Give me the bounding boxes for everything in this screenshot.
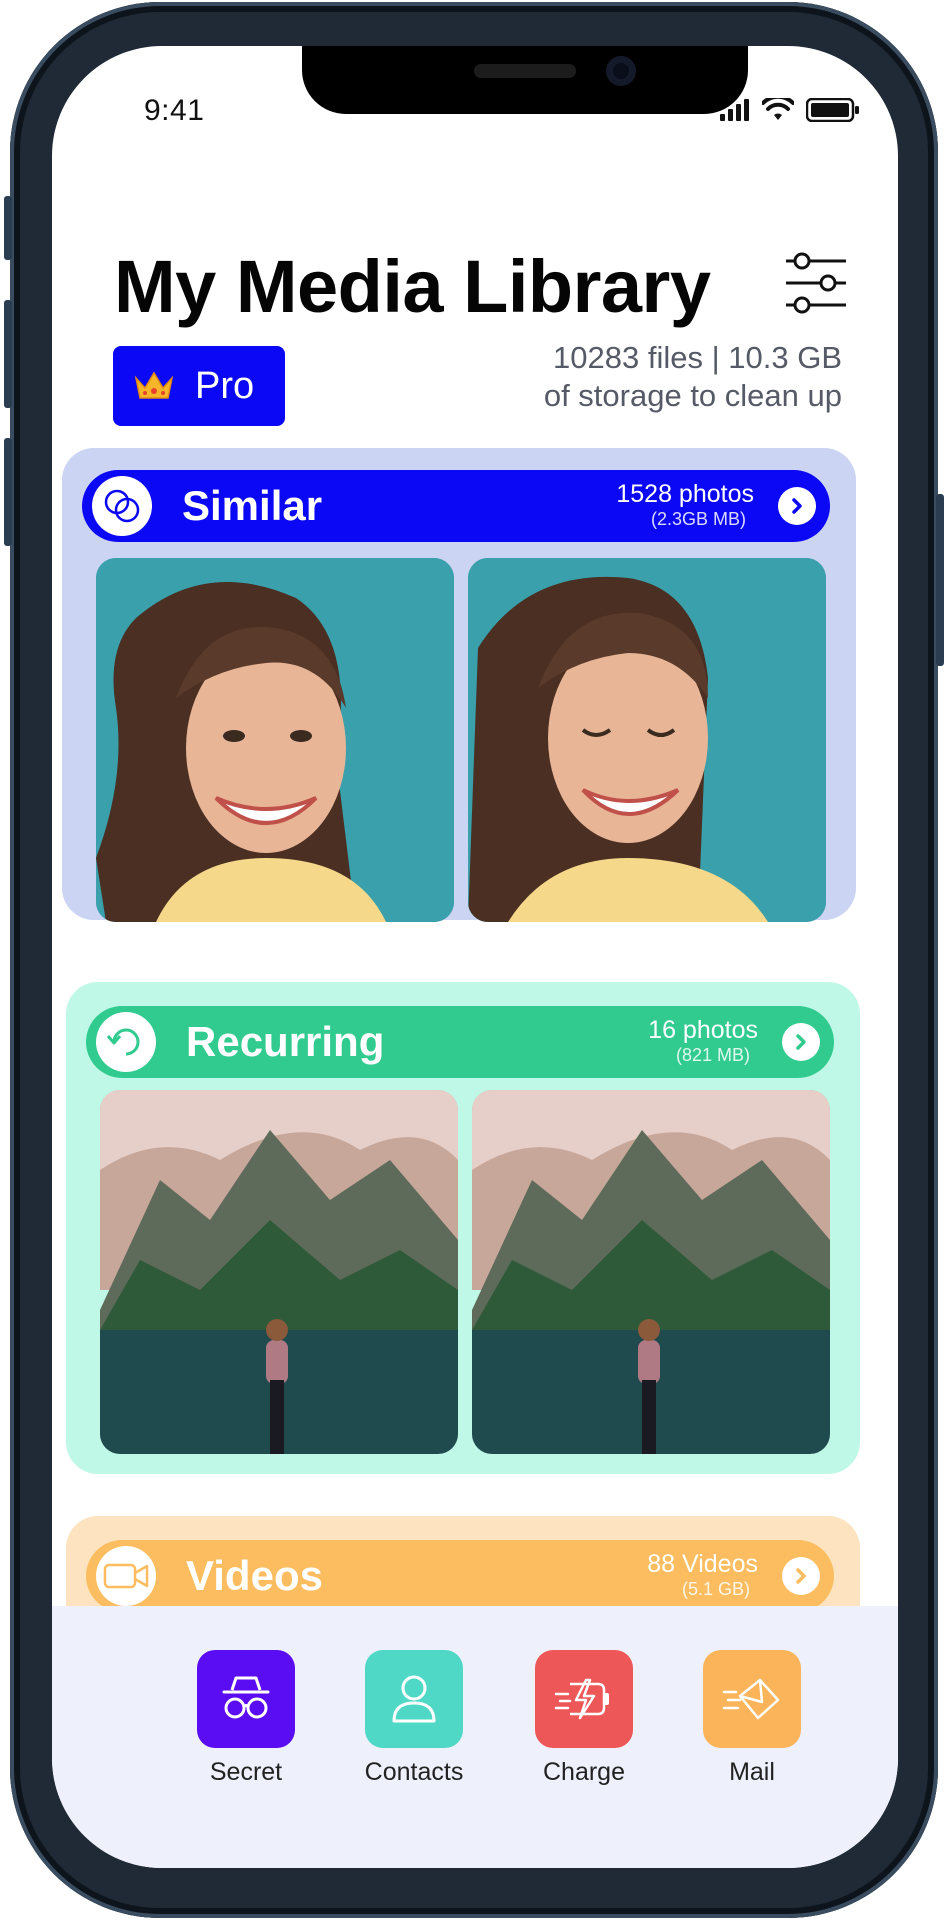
overlap-circles-icon	[92, 476, 152, 536]
notch	[302, 46, 748, 114]
similar-title: Similar	[182, 482, 323, 529]
pro-button[interactable]: Pro	[113, 346, 285, 426]
videos-count: 88 Videos	[647, 1550, 758, 1578]
speaker-grille	[474, 64, 576, 78]
recurring-count: 16 photos	[648, 1016, 758, 1044]
recurring-photo-1[interactable]	[100, 1090, 458, 1454]
pro-label: Pro	[195, 364, 255, 407]
person-icon	[365, 1650, 463, 1748]
wifi-icon	[762, 98, 794, 120]
dock-label: Mail	[729, 1758, 775, 1786]
storage-summary: 10283 files | 10.3 GB	[553, 340, 842, 375]
dock-label: Contacts	[364, 1758, 464, 1786]
chevron-right-icon[interactable]	[778, 487, 816, 525]
recurring-title: Recurring	[186, 1018, 385, 1065]
filter-settings-button[interactable]	[784, 251, 848, 315]
volume-up-button	[4, 300, 12, 408]
sliders-icon	[786, 252, 846, 314]
recurring-card: Recurring 16 photos (821 MB)	[66, 982, 860, 1474]
videos-header[interactable]: Videos 88 Videos (5.1 GB)	[86, 1540, 834, 1612]
incognito-icon	[197, 1650, 295, 1748]
dock-secret[interactable]: Secret	[166, 1650, 326, 1787]
dock-contacts[interactable]: Contacts	[334, 1650, 494, 1787]
recurring-photo-2[interactable]	[472, 1090, 830, 1454]
dock-mail[interactable]: Mail	[672, 1650, 832, 1787]
page-title: My Media Library	[114, 245, 711, 328]
chevron-right-icon[interactable]	[782, 1023, 820, 1061]
crown-icon	[134, 371, 174, 399]
similar-card: Similar 1528 photos (2.3GB MB)	[62, 448, 856, 922]
chevron-right-icon[interactable]	[782, 1557, 820, 1595]
storage-info: 10283 files | 10.3 GB of storage to clea…	[544, 339, 842, 415]
similar-header[interactable]: Similar 1528 photos (2.3GB MB)	[82, 470, 830, 542]
similar-photo-1[interactable]	[96, 558, 454, 922]
dock-label: Secret	[209, 1758, 283, 1786]
mute-switch	[4, 196, 12, 260]
dock-label: Charge	[543, 1758, 625, 1786]
similar-size: (2.3GB MB)	[650, 509, 746, 529]
front-camera	[606, 56, 636, 86]
videos-title: Videos	[186, 1552, 323, 1599]
status-time: 9:41	[144, 94, 205, 127]
dock-charge[interactable]: Charge	[504, 1650, 664, 1787]
recurring-size: (821 MB)	[675, 1045, 750, 1065]
mail-icon	[703, 1650, 801, 1748]
battery-charge-icon	[535, 1650, 633, 1748]
screen: 9:41 My Media Library Pro 10283 files | …	[52, 46, 898, 1868]
similar-photo-2[interactable]	[468, 558, 826, 922]
storage-caption: of storage to clean up	[543, 378, 842, 413]
volume-down-button	[4, 438, 12, 546]
videos-size: (5.1 GB)	[681, 1579, 750, 1599]
recurring-header[interactable]: Recurring 16 photos (821 MB)	[86, 1006, 834, 1078]
status-icons	[720, 98, 860, 122]
video-camera-icon	[96, 1546, 156, 1606]
battery-icon	[806, 98, 859, 122]
refresh-icon	[96, 1012, 156, 1072]
similar-count: 1528 photos	[616, 480, 754, 508]
power-button	[936, 494, 944, 666]
bottom-dock: Secret Contacts Charge Mail	[52, 1606, 898, 1868]
